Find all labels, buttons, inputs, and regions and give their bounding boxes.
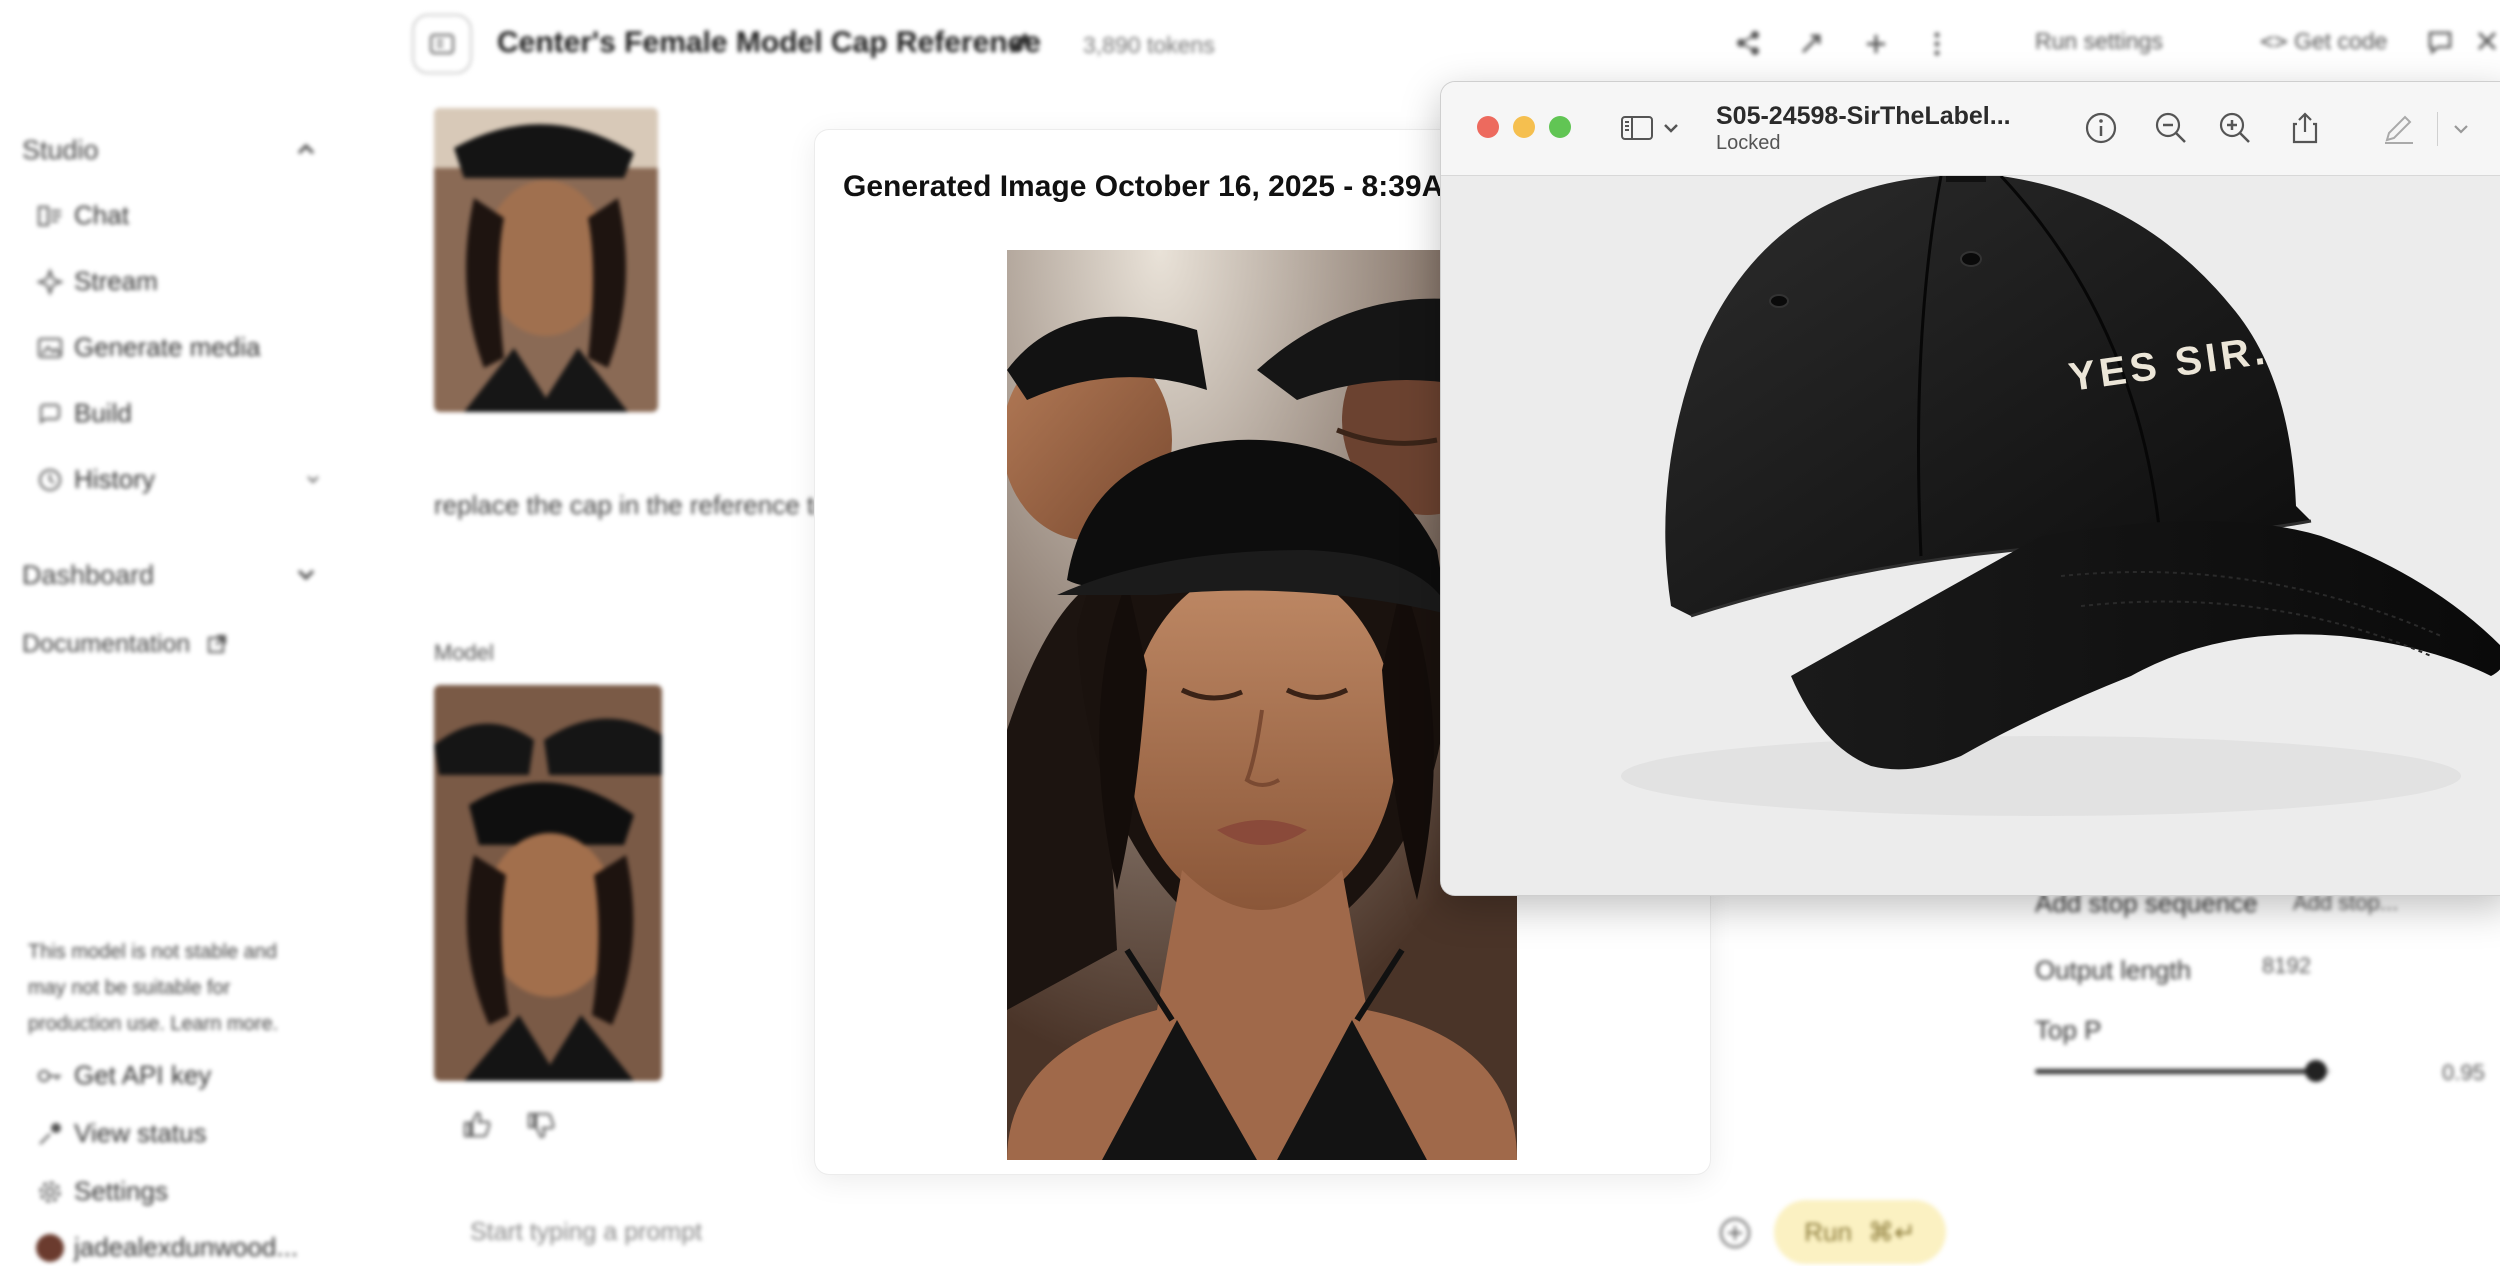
cap-product-image: YES SIR. (1441, 174, 2500, 895)
add-media-icon[interactable] (1718, 1216, 1752, 1250)
model-label: Model (434, 640, 494, 665)
get-code-label: Get code (2294, 28, 2388, 54)
gear-icon (39, 1181, 61, 1202)
view-status-link[interactable]: View status (36, 1118, 206, 1149)
account-item[interactable]: jadealexdunwood... (36, 1232, 298, 1263)
close-icon[interactable] (2476, 30, 2498, 52)
sidebar-item-label: History (74, 464, 155, 494)
run-shortcut: ⌘↵ (1867, 1216, 1916, 1247)
chevron-down-icon[interactable] (1661, 110, 1681, 146)
studio-heading[interactable]: Studio (22, 135, 99, 166)
reference-image-thumbnail[interactable] (434, 108, 658, 412)
add-icon[interactable] (1862, 30, 1890, 58)
chevron-down-icon[interactable] (306, 472, 320, 486)
get-api-key-link[interactable]: Get API key (36, 1060, 211, 1091)
chevron-up-icon[interactable] (296, 140, 316, 160)
markup-pencil-icon[interactable] (2381, 110, 2417, 146)
top-p-slider-handle[interactable] (2305, 1060, 2328, 1082)
info-icon[interactable] (2083, 110, 2119, 146)
documentation-link[interactable]: Documentation (22, 630, 227, 659)
status-icon (39, 1122, 61, 1145)
sidebar-item-label: Stream (74, 266, 158, 296)
generated-image-thumbnail[interactable] (434, 685, 662, 1081)
sidebar: Studio Chat Stream Generate media Build … (0, 0, 400, 1266)
sidebar-item-label: Chat (74, 200, 129, 230)
preview-titlebar: S05-24598-SirTheLabel... Locked (1441, 82, 2500, 176)
build-icon (40, 403, 60, 424)
get-api-key-label: Get API key (74, 1060, 212, 1090)
sidebar-item-chat[interactable]: Chat (36, 200, 129, 231)
history-icon (39, 468, 61, 491)
chevron-down-icon[interactable] (2449, 110, 2473, 146)
run-label: Run (1804, 1216, 1852, 1247)
compare-icon[interactable] (1797, 30, 1825, 58)
run-settings-button[interactable]: Run settings (2035, 28, 2163, 55)
thumbs-down-icon[interactable] (526, 1112, 556, 1140)
stream-icon (36, 267, 64, 296)
get-code-button[interactable]: <> Get code (2260, 28, 2387, 55)
preview-app-window: S05-24598-SirTheLabel... Locked YES SIR. (1441, 82, 2500, 895)
sidebar-item-build[interactable]: Build (36, 398, 132, 429)
model-disclaimer: This model is not stable and may not be … (28, 941, 279, 1035)
top-p-slider-fill (2035, 1069, 2317, 1074)
zoom-in-icon[interactable] (2217, 110, 2253, 146)
share-icon[interactable] (1733, 28, 1763, 58)
output-length-input[interactable]: 8192 (2262, 953, 2311, 979)
document-title: S05-24598-SirTheLabel... (1716, 102, 2011, 130)
toolbar-divider (2437, 112, 2438, 146)
image-icon (38, 337, 62, 358)
edit-pencil-icon[interactable] (1005, 28, 1035, 58)
zoom-out-icon[interactable] (2153, 110, 2189, 146)
window-close-button[interactable] (1477, 116, 1499, 138)
window-zoom-button[interactable] (1549, 116, 1571, 138)
sidebar-toggle-icon[interactable] (1619, 110, 1655, 146)
sidebar-item-label: Build (74, 398, 132, 428)
sidebar-item-generate-media[interactable]: Generate media (36, 332, 260, 363)
settings-label: Settings (74, 1176, 168, 1206)
output-length-label: Output length (2035, 955, 2192, 985)
top-p-value[interactable]: 0.95 (2442, 1060, 2485, 1086)
window-minimize-button[interactable] (1513, 116, 1535, 138)
chevron-down-icon[interactable] (296, 564, 316, 584)
share-icon[interactable] (2287, 110, 2323, 146)
prompt-input[interactable]: Start typing a prompt (470, 1218, 702, 1247)
sidebar-item-stream[interactable]: Stream (36, 266, 158, 297)
dashboard-heading[interactable]: Dashboard (22, 560, 154, 591)
feedback-icon[interactable] (2426, 28, 2454, 56)
view-status-label: View status (74, 1118, 207, 1148)
sidebar-item-history[interactable]: History (36, 464, 155, 495)
account-name: jadealexdunwood... (74, 1232, 299, 1262)
document-locked-status: Locked (1716, 132, 1781, 154)
external-link-icon (208, 635, 227, 653)
key-icon (38, 1069, 61, 1082)
thumbs-up-icon[interactable] (462, 1110, 492, 1138)
more-vert-icon[interactable] (1932, 30, 1942, 58)
chat-icon (38, 205, 61, 226)
avatar (36, 1233, 64, 1262)
top-p-label: Top P (2035, 1015, 2102, 1045)
run-button[interactable]: Run ⌘↵ (1774, 1200, 1946, 1264)
toggle-sidebar-button[interactable] (412, 14, 472, 74)
page-title: Center's Female Model Cap Reference (497, 26, 1041, 59)
preview-title: Generated Image October 16, 2025 - 8:39A… (843, 170, 1495, 203)
settings-link[interactable]: Settings (36, 1176, 168, 1207)
token-count: 3,890 tokens (1083, 32, 1215, 58)
sidebar-item-label: Generate media (74, 332, 261, 362)
top-p-slider[interactable] (2035, 1060, 2331, 1082)
documentation-label: Documentation (22, 630, 191, 658)
code-icon: <> (2260, 29, 2288, 55)
sidebar-toggle-icon (430, 34, 454, 54)
